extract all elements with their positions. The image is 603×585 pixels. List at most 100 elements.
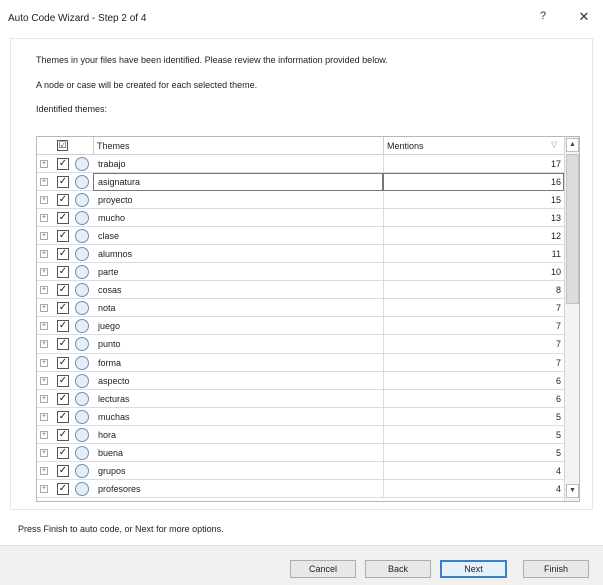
table-row[interactable]: + ✓ punto 7 [37, 335, 564, 354]
expand-icon[interactable]: + [40, 178, 48, 187]
row-checkbox[interactable]: ✓ [57, 320, 69, 333]
expand-icon[interactable]: + [40, 466, 48, 475]
row-checkbox[interactable]: ✓ [57, 374, 69, 387]
expand-icon[interactable]: + [40, 250, 48, 259]
expand-icon[interactable]: + [40, 448, 48, 457]
table-row[interactable]: + ✓ profesores 4 [37, 479, 564, 498]
row-checkbox[interactable]: ✓ [57, 356, 69, 369]
sort-icon[interactable]: ▽ [551, 140, 557, 149]
table-row[interactable]: + ✓ clase 12 [37, 227, 564, 246]
node-icon [75, 481, 89, 496]
expand-icon[interactable]: + [40, 322, 48, 331]
theme-cell: parte [98, 267, 119, 278]
themes-grid[interactable]: ☑ Themes Mentions ▽ + ✓ trabajo 17 + ✓ asignat… [36, 136, 580, 502]
theme-cell: punto [98, 339, 121, 350]
table-row[interactable]: + ✓ aspecto 6 [37, 371, 564, 390]
mentions-cell: 4 [383, 461, 564, 480]
expand-icon[interactable]: + [40, 160, 48, 168]
expand-icon[interactable]: + [40, 232, 48, 241]
scroll-down-icon[interactable]: ▼ [566, 484, 579, 498]
row-checkbox[interactable]: ✓ [57, 212, 69, 225]
vertical-scrollbar[interactable]: ▲ ▼ [564, 137, 579, 501]
expand-icon[interactable]: + [40, 412, 48, 421]
table-row[interactable]: + ✓ lecturas 6 [37, 389, 564, 408]
mentions-column-header[interactable]: Mentions [387, 141, 424, 151]
row-checkbox[interactable]: ✓ [57, 302, 69, 315]
finish-button[interactable]: Finish [523, 560, 589, 578]
theme-cell: muchas [98, 411, 130, 422]
table-row[interactable]: + ✓ cosas 8 [37, 281, 564, 300]
table-row[interactable]: + ✓ alumnos 11 [37, 245, 564, 264]
mentions-cell: 6 [383, 371, 564, 390]
identified-themes-label: Identified themes: [36, 104, 108, 114]
row-checkbox[interactable]: ✓ [57, 176, 69, 189]
expand-icon[interactable]: + [40, 358, 48, 367]
next-button[interactable]: Next [440, 560, 507, 578]
scroll-thumb[interactable] [566, 154, 579, 304]
table-row[interactable]: + ✓ hora 5 [37, 425, 564, 444]
mentions-cell: 13 [383, 209, 564, 228]
row-checkbox[interactable]: ✓ [57, 392, 69, 405]
row-checkbox[interactable]: ✓ [57, 446, 69, 459]
row-checkbox[interactable]: ✓ [57, 266, 69, 279]
table-row[interactable]: + ✓ asignatura 16 [37, 173, 564, 192]
theme-cell: cosas [98, 285, 122, 296]
table-row[interactable]: + ✓ trabajo 17 [37, 155, 564, 174]
node-icon [75, 283, 89, 298]
expand-icon[interactable]: + [40, 394, 48, 403]
mentions-cell: 17 [383, 155, 564, 173]
mentions-cell: 4 [383, 479, 564, 498]
row-checkbox[interactable]: ✓ [57, 428, 69, 441]
expand-icon[interactable]: + [40, 304, 48, 313]
select-all-checkbox[interactable]: ☑ [57, 140, 68, 151]
expand-icon[interactable]: + [40, 268, 48, 277]
row-checkbox[interactable]: ✓ [57, 338, 69, 351]
table-row[interactable]: + ✓ nota 7 [37, 299, 564, 318]
expand-icon[interactable]: + [40, 196, 48, 205]
expand-icon[interactable]: + [40, 214, 48, 223]
table-row[interactable]: + ✓ grupos 4 [37, 461, 564, 480]
row-checkbox[interactable]: ✓ [57, 284, 69, 297]
mentions-cell: 8 [383, 281, 564, 300]
row-checkbox[interactable]: ✓ [57, 158, 69, 170]
expand-icon[interactable]: + [40, 286, 48, 295]
theme-cell: asignatura [93, 173, 383, 192]
mentions-cell: 11 [383, 245, 564, 264]
row-checkbox[interactable]: ✓ [57, 482, 69, 495]
theme-cell: aspecto [98, 375, 130, 386]
table-row[interactable]: + ✓ forma 7 [37, 353, 564, 372]
table-row[interactable]: + ✓ juego 7 [37, 317, 564, 336]
table-row[interactable]: + ✓ parte 10 [37, 263, 564, 282]
table-row[interactable]: + ✓ mucho 13 [37, 209, 564, 228]
node-icon [75, 463, 89, 478]
back-button[interactable]: Back [365, 560, 431, 578]
mentions-cell: 5 [383, 443, 564, 462]
title-bar: Auto Code Wizard - Step 2 of 4 ? ✕ [0, 0, 603, 36]
row-checkbox[interactable]: ✓ [57, 464, 69, 477]
expand-icon[interactable]: + [40, 376, 48, 385]
scroll-up-icon[interactable]: ▲ [566, 138, 579, 152]
node-icon [75, 319, 89, 334]
cancel-button[interactable]: Cancel [290, 560, 356, 578]
row-checkbox[interactable]: ✓ [57, 248, 69, 261]
theme-cell: trabajo [98, 159, 126, 169]
table-row[interactable]: + ✓ muchas 5 [37, 407, 564, 426]
mentions-cell: 16 [383, 173, 564, 192]
close-icon[interactable]: ✕ [575, 9, 593, 27]
expand-icon[interactable]: + [40, 430, 48, 439]
row-checkbox[interactable]: ✓ [57, 194, 69, 207]
row-checkbox[interactable]: ✓ [57, 410, 69, 423]
help-icon[interactable]: ? [535, 10, 551, 26]
mentions-cell: 7 [383, 317, 564, 336]
node-icon [75, 157, 89, 171]
theme-cell: alumnos [98, 249, 133, 260]
table-row[interactable]: + ✓ buena 5 [37, 443, 564, 462]
expand-icon[interactable]: + [40, 484, 48, 493]
row-checkbox[interactable]: ✓ [57, 230, 69, 243]
themes-column-header[interactable]: Themes [97, 141, 130, 151]
expand-icon[interactable]: + [40, 340, 48, 349]
theme-cell: proyecto [98, 195, 133, 206]
theme-cell: hora [98, 429, 117, 440]
theme-cell: mucho [98, 213, 126, 224]
table-row[interactable]: + ✓ proyecto 15 [37, 191, 564, 210]
